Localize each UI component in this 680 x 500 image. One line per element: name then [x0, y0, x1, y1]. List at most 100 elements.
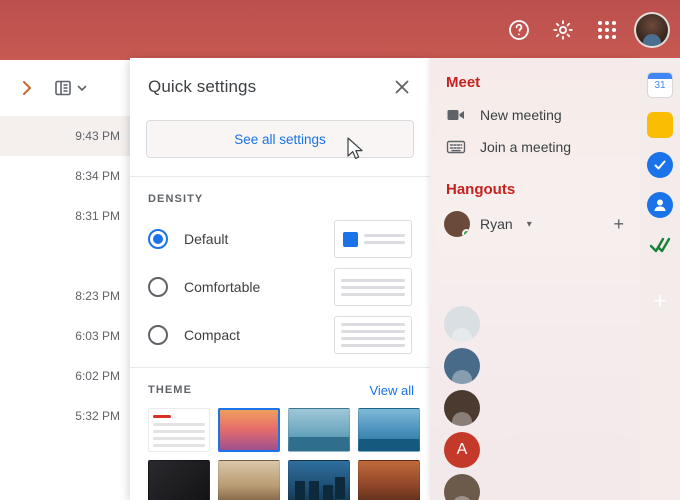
side-app-rail: 31 +: [640, 58, 680, 500]
chevron-down-icon[interactable]: ▾: [527, 219, 532, 230]
add-icon[interactable]: +: [647, 288, 673, 314]
mail-row[interactable]: [0, 436, 130, 476]
keyboard-icon: [446, 137, 466, 157]
radio-comfortable-icon[interactable]: [148, 277, 168, 297]
theme-thumb-line: [153, 444, 205, 447]
contact-avatar[interactable]: [444, 390, 480, 426]
theme-tile-ocean[interactable]: [358, 408, 420, 452]
mail-row-time: 8:34 PM: [75, 169, 120, 183]
hangouts-contact-name: Ryan: [480, 216, 513, 232]
preview-line: [341, 330, 405, 333]
mail-row-time: 9:43 PM: [75, 129, 120, 143]
tasks-icon[interactable]: [647, 152, 673, 178]
apps-grid-icon[interactable]: [588, 11, 626, 49]
radio-default-icon[interactable]: [148, 229, 168, 249]
new-meeting-button[interactable]: New meeting: [430, 99, 640, 131]
settings-gear-icon[interactable]: [544, 11, 582, 49]
account-avatar[interactable]: [634, 12, 670, 48]
contact-avatar[interactable]: A: [444, 432, 480, 468]
mail-list-strip: 9:43 PM 8:34 PM 8:31 PM 8:23 PM 6:03 PM …: [0, 60, 130, 500]
density-preview-compact[interactable]: [334, 316, 412, 354]
density-section-label: DENSITY: [148, 193, 204, 205]
contact-avatar[interactable]: [444, 306, 480, 342]
preview-line: [341, 344, 405, 347]
chevron-down-icon: [77, 85, 87, 92]
keep-icon[interactable]: [647, 112, 673, 138]
mail-row[interactable]: 5:32 PM: [0, 396, 130, 436]
add-contact-button[interactable]: +: [613, 214, 624, 235]
mail-row-time: 8:31 PM: [75, 209, 120, 223]
density-option-default[interactable]: Default: [130, 215, 430, 263]
mouse-cursor: [347, 137, 367, 163]
hangouts-active-contact[interactable]: Ryan ▾ +: [430, 206, 640, 242]
calendar-header-bar: [648, 73, 672, 79]
mail-row-list: 9:43 PM 8:34 PM 8:31 PM 8:23 PM 6:03 PM …: [0, 116, 130, 500]
preview-line: [341, 292, 405, 296]
online-status-dot: [462, 229, 470, 237]
mail-row-time: 6:02 PM: [75, 369, 120, 383]
chat-meet-panel: Meet New meeting Join a meeting Hangouts: [430, 58, 640, 500]
new-meeting-label: New meeting: [480, 107, 562, 123]
theme-section-header: THEME View all: [130, 368, 430, 406]
density-preview-default[interactable]: [334, 220, 412, 258]
contact-avatar-list: A: [444, 306, 480, 500]
preview-line: [364, 241, 405, 244]
see-all-settings-label: See all settings: [234, 131, 326, 147]
mail-row-time: 5:32 PM: [75, 409, 120, 423]
preview-line: [341, 285, 405, 289]
preview-line: [341, 323, 405, 326]
hangouts-section-title: Hangouts: [446, 181, 516, 198]
preview-block-icon: [343, 231, 358, 247]
help-icon[interactable]: [500, 11, 538, 49]
preview-line: [341, 337, 405, 340]
density-option-label: Comfortable: [184, 279, 261, 295]
video-camera-icon: [446, 105, 466, 125]
join-meeting-button[interactable]: Join a meeting: [430, 131, 640, 163]
contact-avatar[interactable]: [444, 348, 480, 384]
theme-tile-rock[interactable]: [218, 460, 280, 500]
mail-row[interactable]: 8:31 PM: [0, 196, 130, 236]
see-all-settings-button[interactable]: See all settings: [146, 120, 414, 159]
theme-tile-inbox[interactable]: [148, 408, 210, 452]
contact-initial: A: [456, 441, 468, 458]
theme-thumb-line: [153, 415, 171, 418]
theme-thumb-line: [153, 437, 205, 440]
preview-line: [364, 234, 405, 237]
quick-settings-header: Quick settings: [130, 58, 430, 116]
mail-row[interactable]: 9:43 PM: [0, 116, 130, 156]
density-toggle-button[interactable]: [54, 79, 88, 97]
mail-row[interactable]: 8:34 PM: [0, 156, 130, 196]
theme-tile-city[interactable]: [288, 460, 350, 500]
calendar-day-number: 31: [654, 80, 666, 91]
preview-lines: [364, 234, 405, 244]
density-option-comfortable[interactable]: Comfortable: [130, 263, 430, 311]
tick-icon[interactable]: [647, 232, 673, 258]
expand-chevron-icon[interactable]: [14, 75, 40, 101]
theme-tile-sea[interactable]: [288, 408, 350, 452]
theme-grid: [130, 406, 430, 500]
quick-settings-panel: Quick settings See all settings DENSITY …: [130, 58, 430, 500]
contacts-icon[interactable]: [647, 192, 673, 218]
close-icon[interactable]: [388, 73, 416, 101]
calendar-icon[interactable]: 31: [647, 72, 673, 98]
density-option-label: Compact: [184, 327, 241, 343]
view-all-themes-link[interactable]: View all: [369, 377, 414, 398]
avatar: [444, 211, 470, 237]
preview-line: [341, 278, 405, 282]
theme-tile-canyon[interactable]: [358, 460, 420, 500]
top-header-bar: [0, 0, 680, 60]
theme-tile-sunset[interactable]: [218, 408, 280, 452]
mail-row[interactable]: 6:03 PM: [0, 316, 130, 356]
radio-compact-icon[interactable]: [148, 325, 168, 345]
contact-avatar[interactable]: [444, 474, 480, 500]
page-title: Quick settings: [148, 77, 257, 96]
mail-row[interactable]: 6:02 PM: [0, 356, 130, 396]
theme-section-label: THEME: [148, 384, 192, 396]
mail-row-time: 6:03 PM: [75, 329, 120, 343]
mail-row[interactable]: 8:23 PM: [0, 276, 130, 316]
density-preview-comfortable[interactable]: [334, 268, 412, 306]
density-option-compact[interactable]: Compact: [130, 311, 430, 359]
mail-row[interactable]: [0, 236, 130, 276]
theme-tile-dark[interactable]: [148, 460, 210, 500]
density-option-label: Default: [184, 231, 229, 247]
